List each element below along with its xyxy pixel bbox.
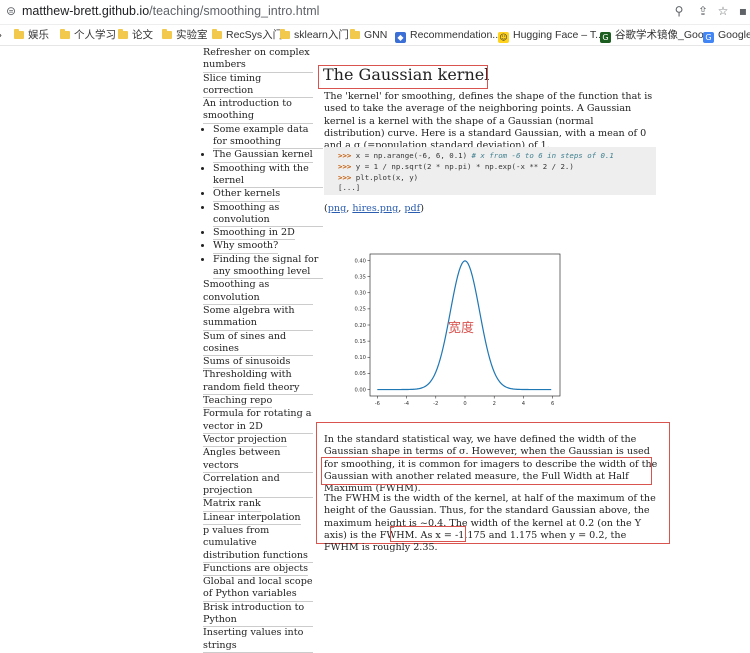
sidebar-subitem[interactable]: Other kernels (213, 188, 281, 202)
sidebar-subitem[interactable]: Smoothing with the kernel (213, 163, 323, 189)
address-bar[interactable]: ⊜ matthew-brett.github.io/teaching/smoot… (0, 0, 750, 25)
code-prompt: >>> (338, 172, 352, 182)
url-path: /teaching/smoothing_intro.html (149, 4, 320, 18)
y-tick-label: 0.20 (354, 323, 366, 329)
google-icon: G (703, 32, 714, 43)
sidebar-item[interactable]: Correlation and projection (203, 473, 313, 499)
y-tick-label: 0.15 (354, 339, 366, 345)
png-link[interactable]: png (328, 203, 346, 214)
y-tick-label: 0.05 (354, 371, 366, 377)
code-comment: # x from -6 to 6 in steps of 0.1 (471, 151, 614, 160)
extension-icon[interactable]: ▪ (736, 4, 750, 18)
bookmark-item[interactable]: ◆ Recommendation... (395, 28, 501, 43)
fwhm-explanation: The FWHM is the width of the kernel, at … (324, 493, 656, 554)
y-tick-label: 0.35 (354, 274, 366, 280)
sidebar-subitem[interactable]: Smoothing in 2D (213, 227, 295, 241)
bookmark-item[interactable]: GNN (350, 28, 387, 42)
site-info-icon[interactable]: ⊜ (4, 4, 18, 18)
sidebar-item[interactable]: p values from cumulative distribution fu… (203, 525, 313, 563)
sidebar-item[interactable]: Refresher on complex numbers (203, 47, 313, 73)
bookmark-item[interactable]: sklearn入门 (280, 28, 349, 42)
x-tick-label: -2 (433, 401, 438, 407)
sidebar-item[interactable]: Teaching repo (203, 395, 273, 409)
sidebar-item[interactable]: Inserting values into strings (203, 627, 313, 653)
sidebar-nav: Refresher on complex numbers Slice timin… (203, 47, 323, 653)
url-host: matthew-brett.github.io (22, 4, 150, 18)
sidebar-item[interactable]: Brisk introduction to Python (203, 602, 313, 628)
x-tick-label: 0 (463, 401, 466, 407)
y-tick-label: 0.00 (354, 387, 366, 393)
sidebar-item[interactable]: Some algebra with summation (203, 305, 313, 331)
bookmark-item[interactable]: 娱乐 (14, 28, 49, 42)
bookmark-item[interactable]: G Google (703, 28, 750, 43)
y-axis: 0.00 0.05 0.10 0.15 0.20 0.25 0.30 0.35 0.40 (354, 258, 370, 393)
code-prompt: >>> (338, 151, 352, 160)
sidebar-item[interactable]: Vector projection (203, 434, 287, 448)
gaussian-plot: 0.000.050.100.150.200.250.300.350.40 -6-… (354, 253, 561, 407)
bookmark-item[interactable]: 论文 (118, 28, 153, 42)
sidebar-item[interactable]: Smoothing as convolution (203, 279, 313, 305)
sidebar-subitem[interactable]: Some example data for smoothing (213, 124, 323, 150)
hires-png-link[interactable]: hires.png (352, 203, 398, 214)
folder-icon (14, 29, 24, 39)
figure-download-links: (png, hires.png, pdf) (324, 203, 424, 214)
sidebar-item[interactable]: Functions are objects (203, 563, 308, 577)
x-tick-label: -4 (404, 401, 410, 407)
sidebar-subitem[interactable]: Finding the signal for any smoothing lev… (213, 254, 323, 280)
sidebar-item[interactable]: Formula for rotating a vector in 2D (203, 408, 313, 434)
pdf-link[interactable]: pdf (404, 203, 420, 214)
sidebar-item[interactable]: Thresholding with random field theory (203, 369, 313, 396)
y-tick-label: 0.10 (354, 355, 366, 361)
folder-icon (280, 29, 290, 39)
code-block[interactable]: >>> x = np.arange(-6, 6, 0.1) # x from -… (324, 147, 656, 195)
share-icon[interactable]: ⇪ (696, 4, 710, 18)
scholar-icon: G (600, 32, 611, 43)
bookmark-star-icon[interactable]: ☆ (716, 4, 730, 18)
annotation-label: 宽度 (448, 320, 474, 336)
bookmark-item[interactable]: 个人学习 (60, 28, 116, 42)
hugging-face-icon: ☺ (498, 32, 509, 43)
sidebar-item[interactable]: Sums of sinusoids (203, 356, 291, 370)
x-tick-label: 6 (551, 401, 554, 407)
sidebar-item[interactable]: Matrix rank (203, 498, 261, 512)
sidebar-subitem[interactable]: Why smooth? (213, 240, 279, 254)
app-icon: ◆ (395, 32, 406, 43)
folder-icon (350, 29, 360, 39)
bookmark-overflow-icon[interactable]: » (0, 28, 2, 42)
sidebar-item[interactable]: Angles between vectors (203, 447, 313, 473)
x-axis: -6 -4 -2 0 2 4 6 (375, 396, 554, 407)
code-prompt: >>> (338, 161, 352, 171)
bookmark-item[interactable]: 实验室 (162, 28, 208, 42)
bookmark-item[interactable]: G 谷歌学术镜像_Goo... (600, 28, 712, 43)
sidebar-subitem[interactable]: Smoothing as convolution (213, 202, 323, 228)
folder-icon (162, 29, 172, 39)
y-tick-label: 0.25 (354, 307, 366, 313)
folder-icon (118, 29, 128, 39)
x-tick-label: -6 (375, 401, 380, 407)
intro-paragraph: The 'kernel' for smoothing, defines the … (324, 91, 653, 152)
zoom-icon[interactable]: ⚲ (672, 4, 686, 18)
bookmark-item[interactable]: ☺ Hugging Face – T... (498, 28, 604, 43)
sidebar-subitem[interactable]: The Gaussian kernel (213, 149, 313, 163)
highlight-box (318, 65, 488, 89)
sidebar-item[interactable]: Linear interpolation (203, 512, 301, 525)
sidebar-subnav: Some example data for smoothing The Gaus… (203, 124, 323, 280)
highlight-box (390, 526, 466, 542)
highlight-box (321, 457, 652, 485)
bookmarks-bar: » 娱乐 个人学习 论文 实验室 RecSys入门 sklearn入门 GNN … (0, 25, 750, 46)
sidebar-item[interactable]: Slice timing correction (203, 73, 313, 99)
sidebar-item[interactable]: Sum of sines and cosines (203, 331, 313, 357)
bookmark-item[interactable]: RecSys入门 (212, 28, 283, 42)
x-tick-label: 4 (522, 401, 526, 407)
folder-icon (60, 29, 70, 39)
y-tick-label: 0.30 (354, 291, 366, 297)
folder-icon (212, 29, 222, 39)
x-tick-label: 2 (493, 401, 496, 407)
y-tick-label: 0.40 (354, 258, 366, 264)
url-text[interactable]: matthew-brett.github.io/teaching/smoothi… (22, 4, 319, 18)
sidebar-item[interactable]: An introduction to smoothing (203, 98, 313, 124)
sidebar-item[interactable]: Global and local scope of Python variabl… (203, 576, 313, 602)
